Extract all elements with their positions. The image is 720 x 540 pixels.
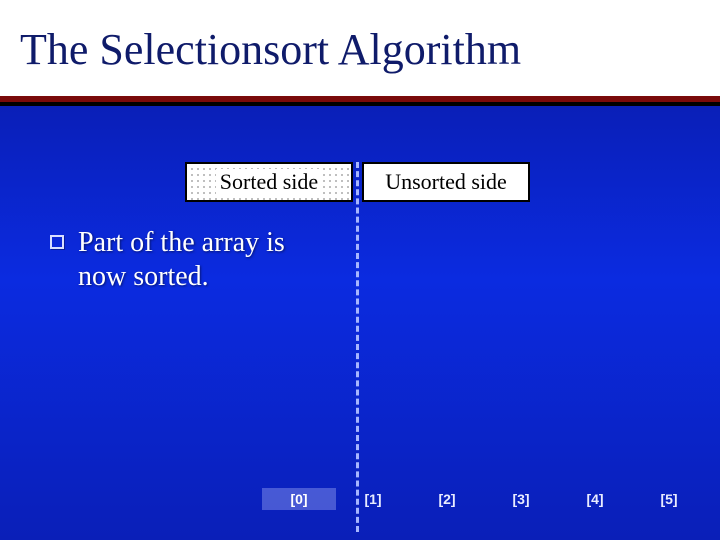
index-label: [4]: [558, 488, 632, 510]
index-label: [2]: [410, 488, 484, 510]
index-row: [0] [1] [2] [3] [4] [5]: [262, 488, 706, 510]
unsorted-side-label: Unsorted side: [385, 169, 507, 195]
sorted-side-label: Sorted side: [216, 169, 322, 195]
slide-title: The Selectionsort Algorithm: [20, 24, 521, 75]
index-label: [0]: [262, 488, 336, 510]
index-label: [1]: [336, 488, 410, 510]
sorted-unsorted-divider: [356, 162, 359, 532]
unsorted-side-label-box: Unsorted side: [362, 162, 530, 202]
bullet-text: Part of the array is now sorted.: [78, 226, 298, 293]
bullet-item: Part of the array is now sorted.: [50, 226, 298, 293]
index-label: [3]: [484, 488, 558, 510]
slide-body: Sorted side Unsorted side Part of the ar…: [0, 106, 720, 540]
index-label: [5]: [632, 488, 706, 510]
slide: The Selectionsort Algorithm Sorted side …: [0, 0, 720, 540]
bullet-icon: [50, 235, 64, 249]
sorted-side-label-box: Sorted side: [185, 162, 353, 202]
